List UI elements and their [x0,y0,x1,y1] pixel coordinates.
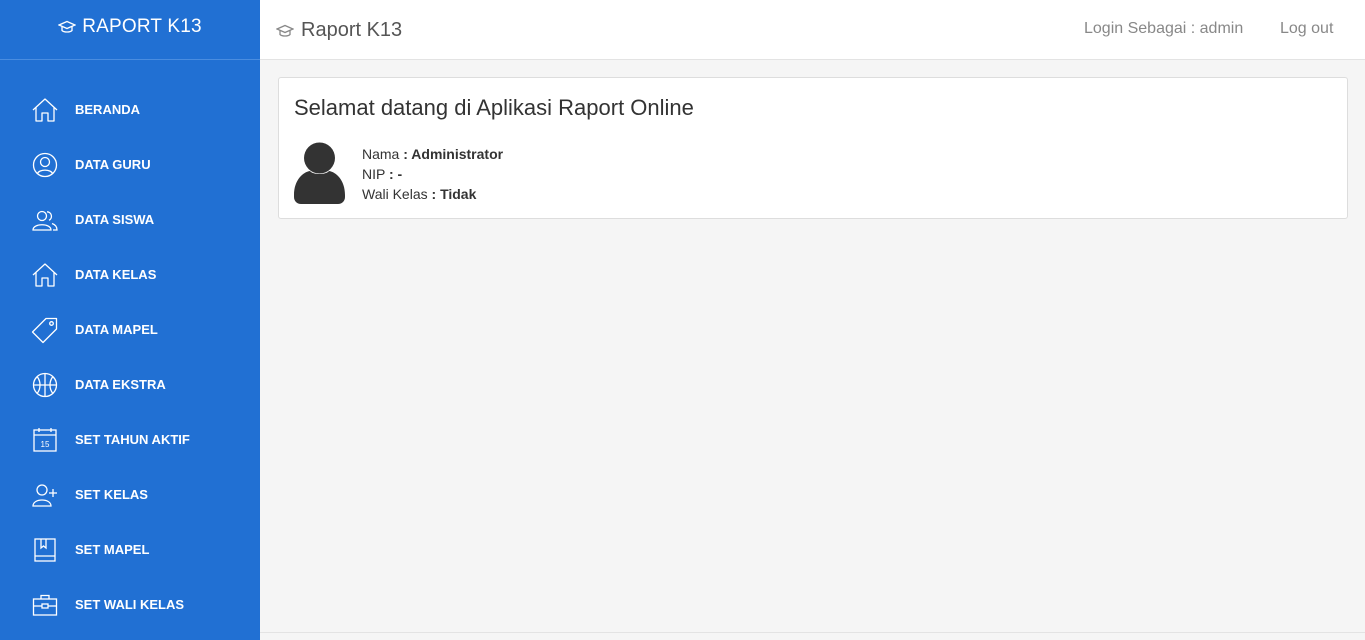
sidebar-item-label: DATA SISWA [75,212,155,227]
users-icon [31,206,59,234]
sidebar: RAPORT K13 BERANDA DATA GURU DATA SISWA … [0,0,260,640]
user-add-icon [31,481,59,509]
basketball-icon [31,371,59,399]
login-status: Login Sebagai : admin [1084,20,1244,37]
brand[interactable]: RAPORT K13 [0,0,260,60]
tag-icon [31,316,59,344]
info-label: NIP [362,166,386,182]
sidebar-item-data-mapel[interactable]: DATA MAPEL [0,302,260,357]
sidebar-item-set-wali-kelas[interactable]: SET WALI KELAS [0,577,260,632]
sidebar-item-label: SET MAPEL [75,542,150,557]
footer-divider [260,632,1365,633]
info-row-nip: NIP : - [362,164,503,184]
user-circle-icon [31,151,59,179]
welcome-panel: Selamat datang di Aplikasi Raport Online… [278,77,1348,219]
info-row-wali-kelas: Wali Kelas : Tidak [362,184,503,204]
logout-link[interactable]: Log out [1280,20,1333,38]
info-label: Nama [362,146,400,162]
top-navbar: Raport K13 Login Sebagai : admin Log out [260,0,1365,60]
sidebar-item-data-ekstra[interactable]: DATA EKSTRA [0,357,260,412]
info-value: : - [388,166,403,182]
sidebar-item-data-guru[interactable]: DATA GURU [0,137,260,192]
sidebar-item-beranda[interactable]: BERANDA [0,82,260,137]
info-value: : Tidak [431,186,477,202]
sidebar-item-label: SET WALI KELAS [75,597,185,612]
sidebar-item-label: DATA EKSTRA [75,377,166,392]
home-icon [31,96,59,124]
graduation-cap-icon [276,24,294,37]
book-icon [31,536,59,564]
sidebar-item-set-mapel[interactable]: SET MAPEL [0,522,260,577]
info-row-nama: Nama : Administrator [362,144,503,164]
page-title-text: Raport K13 [301,19,403,41]
sidebar-item-set-kelas[interactable]: SET KELAS [0,467,260,522]
sidebar-item-data-siswa[interactable]: DATA SISWA [0,192,260,247]
sidebar-item-label: SET TAHUN AKTIF [75,432,190,447]
sidebar-item-set-tahun-aktif[interactable]: 15 SET TAHUN AKTIF [0,412,260,467]
calendar-day-text: 15 [41,440,50,449]
user-info: Nama : Administrator NIP : - Wali Kelas … [362,144,503,204]
page-title[interactable]: Raport K13 [276,19,402,42]
briefcase-icon [31,591,59,619]
sidebar-item-label: SET KELAS [75,487,148,502]
sidebar-item-label: DATA MAPEL [75,322,158,337]
calendar-icon: 15 [31,426,59,454]
sidebar-menu: BERANDA DATA GURU DATA SISWA DATA KELAS … [0,60,260,632]
info-label: Wali Kelas [362,186,428,202]
info-value: : Administrator [403,146,504,162]
welcome-heading: Selamat datang di Aplikasi Raport Online [294,95,694,120]
sidebar-item-label: BERANDA [75,102,140,117]
sidebar-item-label: DATA GURU [75,157,151,172]
sidebar-item-data-kelas[interactable]: DATA KELAS [0,247,260,302]
avatar [294,142,345,204]
brand-title: RAPORT K13 [82,16,202,37]
sidebar-item-label: DATA KELAS [75,267,157,282]
graduation-cap-icon [58,20,77,33]
home-icon [31,261,59,289]
